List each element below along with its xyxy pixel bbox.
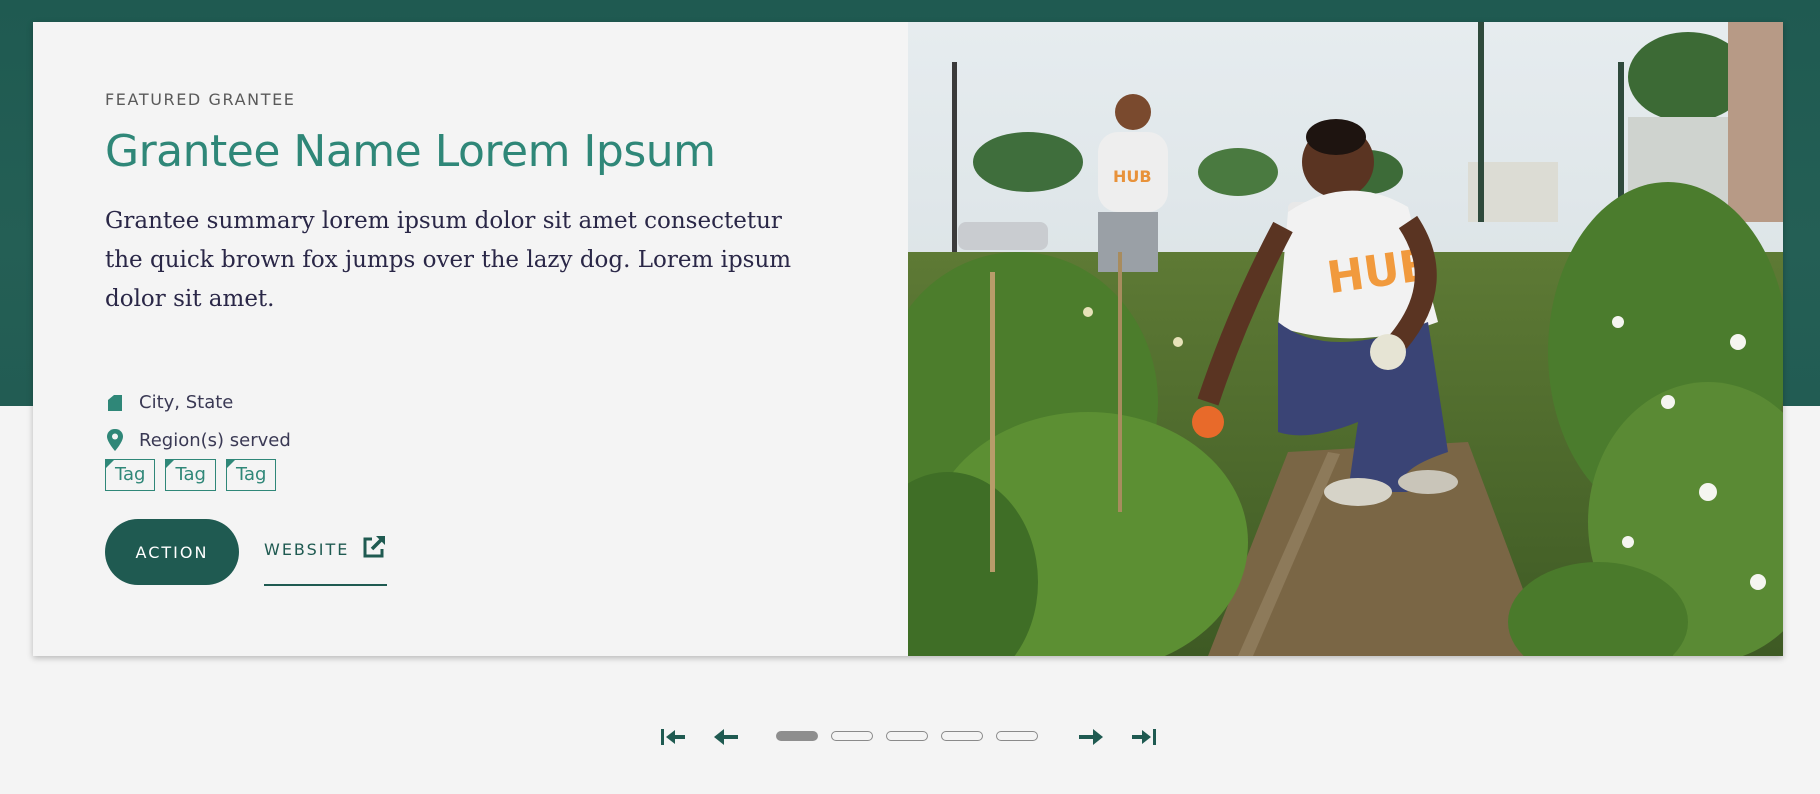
external-link-icon [361,534,387,560]
region-text: Region(s) served [139,429,291,451]
pagination-dot-2[interactable] [831,731,873,741]
website-link-label: WEBSITE [264,540,350,559]
building-icon [105,393,125,413]
eyebrow-label: FEATURED GRANTEE [105,90,296,109]
pagination-dot-3[interactable] [886,731,928,741]
featured-grantee-card: FEATURED GRANTEE Grantee Name Lorem Ipsu… [33,22,1783,656]
location-row: City, State [105,392,233,413]
tag[interactable]: Tag [225,459,277,491]
website-link[interactable]: WEBSITE [264,534,387,586]
first-page-icon[interactable] [658,725,688,749]
tag-list: Tag Tag Tag [105,459,277,491]
svg-text:HUB: HUB [1113,167,1152,186]
arrow-left-icon[interactable] [711,725,741,749]
grantee-summary: Grantee summary lorem ipsum dolor sit am… [105,208,792,312]
grantee-title: Grantee Name Lorem Ipsum [105,126,716,177]
last-page-icon[interactable] [1129,725,1159,749]
region-row: Region(s) served [105,428,291,452]
arrow-right-icon[interactable] [1076,725,1106,749]
pagination-dot-5[interactable] [996,731,1038,741]
carousel-pagination [0,725,1820,749]
pagination-dot-1[interactable] [776,731,818,741]
tag[interactable]: Tag [105,459,156,491]
grantee-photo: HUB HUB [858,22,1783,656]
action-button[interactable]: ACTION [105,519,239,585]
tag[interactable]: Tag [165,459,216,491]
card-content: FEATURED GRANTEE Grantee Name Lorem Ipsu… [33,22,908,656]
map-pin-icon [105,428,125,452]
location-text: City, State [139,392,234,413]
pagination-dot-4[interactable] [941,731,983,741]
